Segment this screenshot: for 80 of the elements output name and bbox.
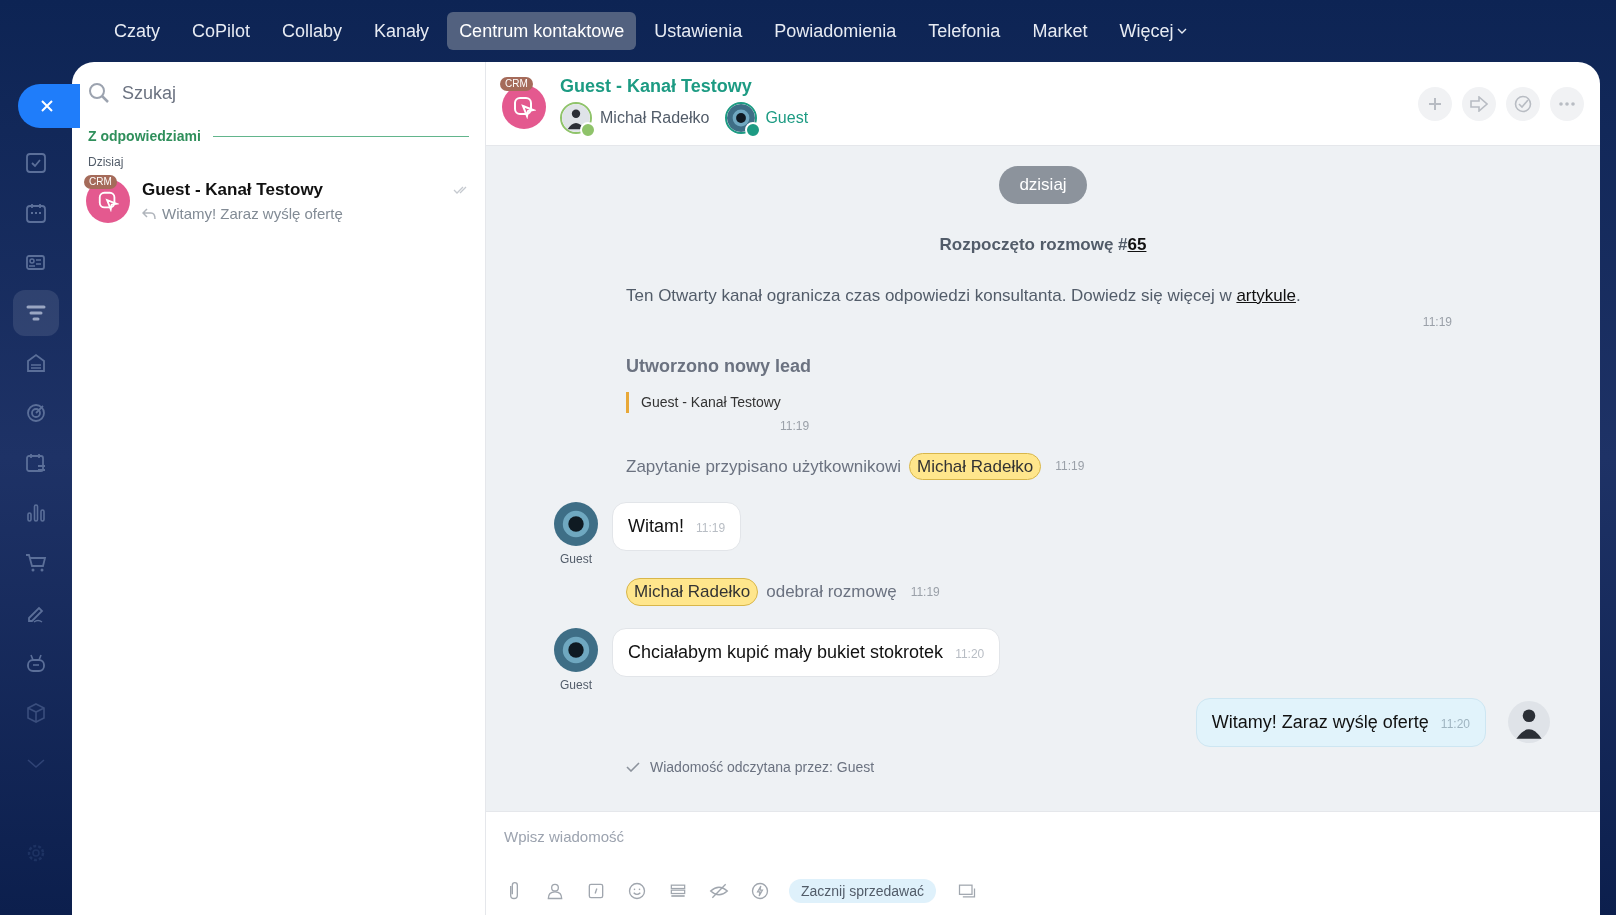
member-name: Michał Radełko bbox=[600, 108, 710, 128]
user-avatar bbox=[1508, 701, 1550, 743]
crm-badge: CRM bbox=[84, 175, 117, 189]
top-menu-tab[interactable]: Czaty bbox=[100, 12, 174, 50]
bar-chart-icon bbox=[24, 501, 48, 525]
message-time: 11:20 bbox=[955, 645, 985, 663]
add-button[interactable] bbox=[1418, 86, 1452, 121]
conversation-link[interactable]: 65 bbox=[1127, 234, 1147, 254]
quick-answer-button[interactable] bbox=[750, 880, 770, 902]
target-icon bbox=[24, 401, 48, 425]
section-title: Z odpowiedziami bbox=[88, 127, 201, 146]
more-icon bbox=[1559, 101, 1575, 106]
system-message: odebrał rozmowę bbox=[766, 581, 897, 603]
chat-list-item[interactable]: CRM Guest - Kanał Testowy Witamy! Zaraz wyślę ofertę bbox=[72, 171, 485, 231]
top-menu-tab[interactable]: Telefonia bbox=[914, 12, 1015, 50]
arrow-icon bbox=[1470, 95, 1488, 112]
lightning-icon bbox=[750, 881, 770, 901]
eye-avatar bbox=[554, 627, 598, 672]
message-text: Witamy! Zaraz wyślę ofertę bbox=[1211, 710, 1429, 734]
user-mention[interactable]: Michał Radełko bbox=[908, 452, 1042, 480]
check-icon bbox=[626, 762, 640, 772]
calendar-icon bbox=[24, 201, 48, 225]
close-icon bbox=[39, 98, 55, 114]
search-field[interactable]: Szukaj bbox=[122, 79, 469, 107]
date-badge: dzisiaj bbox=[999, 166, 1087, 204]
message-time: 11:19 bbox=[1055, 458, 1085, 476]
message-text: Witam! bbox=[628, 515, 684, 538]
message-preview: Witamy! Zaraz wyślę ofertę bbox=[162, 203, 343, 224]
schedule-icon bbox=[24, 451, 48, 475]
user-mention[interactable]: Michał Radełko bbox=[626, 578, 759, 606]
top-menu-tab[interactable]: Centrum kontaktowe bbox=[447, 12, 637, 50]
top-menu-tab[interactable]: Collaby bbox=[268, 12, 357, 50]
chat-title: Guest - Kanał Testowy bbox=[142, 179, 324, 201]
hidden-eye-icon bbox=[709, 881, 729, 901]
person-icon bbox=[545, 881, 565, 901]
emoji-button[interactable] bbox=[627, 880, 647, 902]
lead-quote: Guest - Kanał Testowy bbox=[626, 391, 1460, 413]
top-menu-tab[interactable]: Ustawienia bbox=[640, 12, 757, 50]
system-message: Rozpoczęto rozmowę #65 bbox=[939, 233, 1147, 256]
top-menu-tab[interactable]: CoPilot bbox=[178, 12, 265, 50]
start-selling-button[interactable]: Zacznij sprzedawać bbox=[789, 879, 936, 903]
crm-badge: CRM bbox=[500, 76, 533, 91]
top-menu-tab[interactable]: Market bbox=[1018, 12, 1102, 50]
channel-icon bbox=[512, 94, 536, 119]
more-button[interactable] bbox=[1550, 86, 1584, 121]
lead-title: Utworzono nowy lead bbox=[626, 354, 812, 378]
author-name: Guest bbox=[560, 676, 592, 694]
article-link[interactable]: artykule bbox=[1236, 286, 1296, 305]
check-circle-icon bbox=[1514, 94, 1532, 113]
message-time: 11:19 bbox=[696, 520, 726, 537]
author-name: Guest bbox=[560, 551, 592, 568]
plus-icon bbox=[1427, 95, 1443, 112]
box-icon bbox=[24, 701, 48, 725]
eye-avatar bbox=[554, 502, 598, 546]
forward-button[interactable] bbox=[1462, 86, 1496, 121]
smiley-icon bbox=[627, 881, 647, 901]
message-input[interactable]: Wpisz wiadomość bbox=[504, 826, 1582, 849]
read-receipt: Wiadomość odczytana przez: Guest bbox=[650, 757, 875, 777]
sidebar-button[interactable] bbox=[13, 290, 59, 336]
message-time: 11:20 bbox=[1440, 715, 1470, 733]
date-group-label: Dzisiaj bbox=[87, 154, 125, 171]
system-message: Zapytanie przypisano użytkownikowi bbox=[626, 455, 901, 478]
message-time: 11:19 bbox=[910, 583, 940, 601]
reply-icon bbox=[142, 207, 156, 220]
system-message: Ten Otwarty kanał ogranicza czas odpowiedzi konsultanta. Dowiedz się więcej w artykule. bbox=[626, 285, 1302, 307]
member-name: Guest bbox=[765, 108, 809, 128]
close-button[interactable] bbox=[18, 84, 80, 128]
message-time: 11:19 bbox=[780, 417, 811, 435]
slash-icon bbox=[586, 881, 606, 901]
channel-icon bbox=[97, 190, 119, 212]
top-menu-tab[interactable]: Kanały bbox=[360, 12, 444, 50]
finish-button[interactable] bbox=[1506, 86, 1540, 121]
message-text: Chciałabym kupić mały bukiet stokrotek bbox=[628, 640, 944, 664]
search-icon bbox=[88, 82, 110, 104]
top-menu-tab[interactable]: Więcej bbox=[1105, 12, 1202, 50]
store-icon bbox=[24, 351, 48, 375]
chat-title: Guest - Kanał Testowy bbox=[560, 75, 753, 98]
top-menu-tab[interactable]: Powiadomienia bbox=[760, 12, 911, 50]
checkbox-icon bbox=[24, 151, 48, 175]
message-time: 11:19 bbox=[1422, 313, 1452, 331]
